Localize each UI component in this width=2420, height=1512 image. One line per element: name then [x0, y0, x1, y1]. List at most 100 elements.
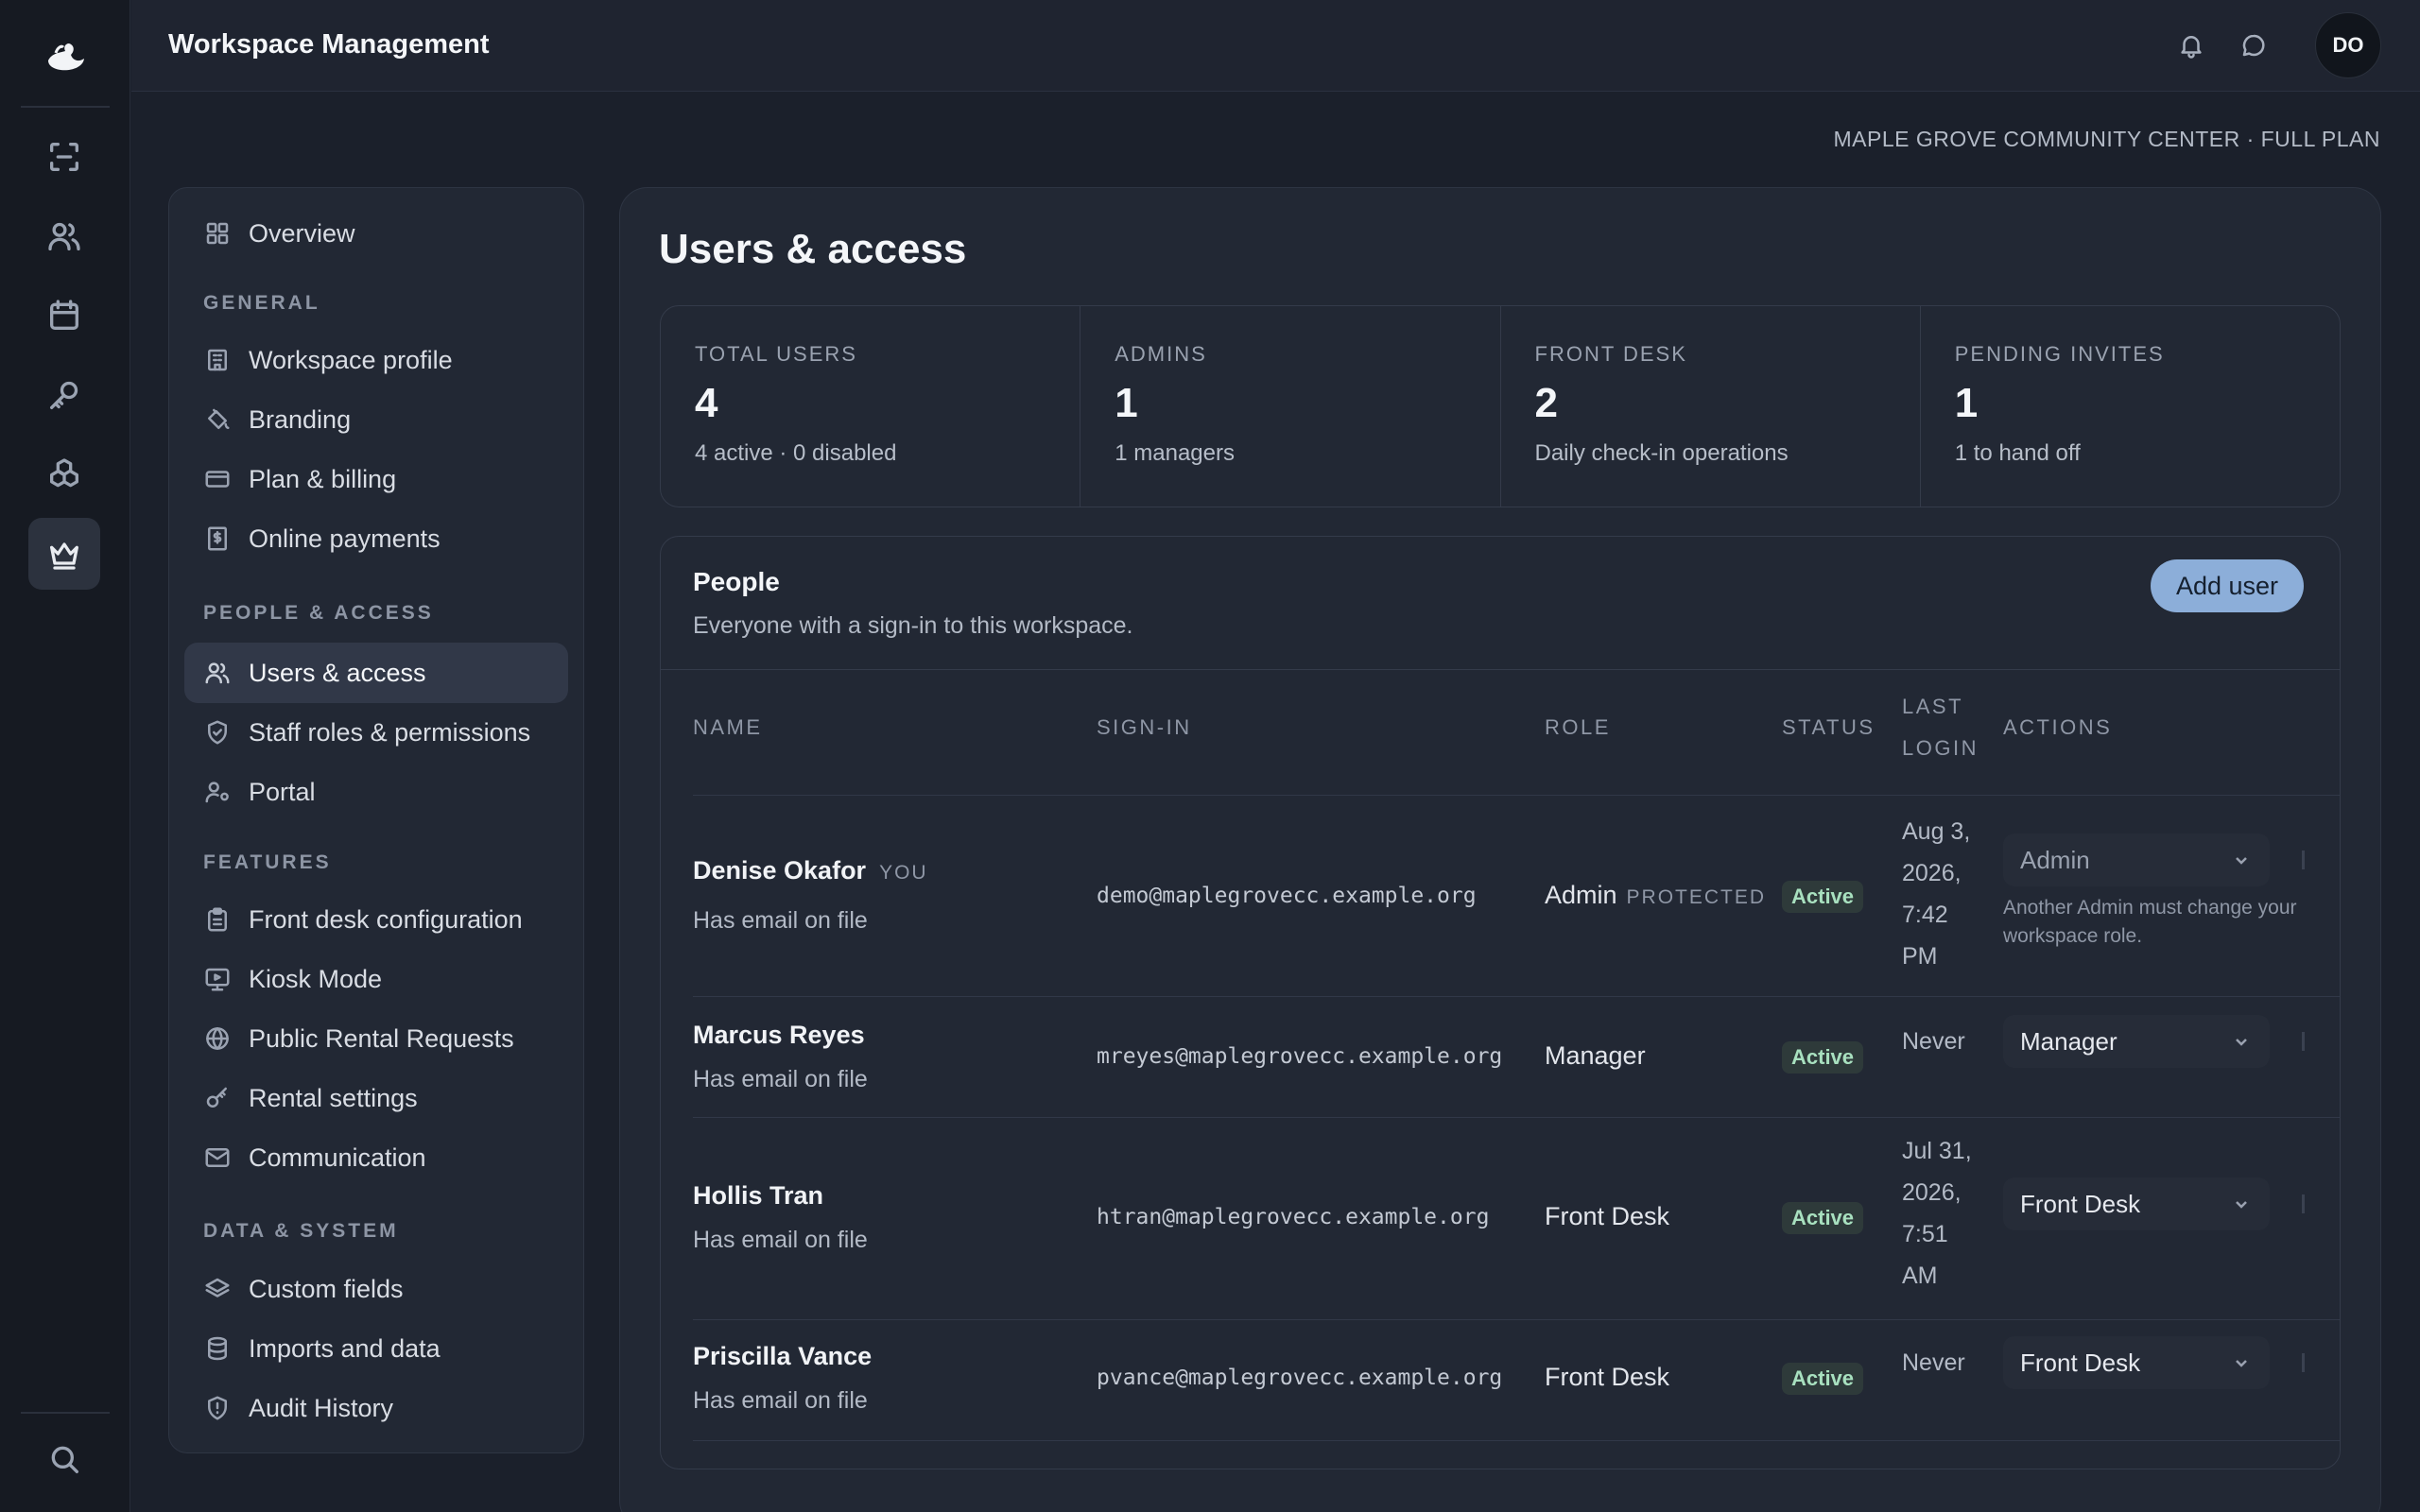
rail-boxes-button[interactable] — [28, 438, 100, 510]
rail-divider — [21, 1412, 110, 1414]
last-login: Aug 3, 2026, 7:42 PM — [1902, 811, 1970, 977]
nav-item-imports-data[interactable]: Imports and data — [184, 1318, 568, 1379]
add-user-button[interactable]: Add user — [2151, 559, 2304, 612]
column-header-actions: ACTIONS — [2003, 715, 2113, 739]
column-header-name: NAME — [693, 715, 763, 739]
stats-bar: TOTAL USERS 4 4 active · 0 disabled ADMI… — [660, 305, 2341, 507]
rail-calendar-button[interactable] — [28, 280, 100, 352]
user-email: demo@maplegrovecc.example.org — [1097, 884, 1477, 908]
column-header-line: LAST — [1902, 695, 1964, 718]
user-email: htran@maplegrovecc.example.org — [1097, 1205, 1490, 1229]
last-login: Jul 31, 2026, 7:51 AM — [1902, 1130, 1972, 1297]
nav-item-custom-fields[interactable]: Custom fields — [184, 1259, 568, 1319]
app-title: Workspace Management — [168, 29, 490, 60]
nav-item-label: Communication — [249, 1143, 426, 1172]
stat-value: 4 — [695, 380, 718, 426]
status-badge: Active — [1782, 1041, 1864, 1074]
crown-icon — [50, 542, 79, 570]
role-select[interactable]: Manager — [2003, 1015, 2270, 1068]
nav-item-label: Public Rental Requests — [249, 1023, 514, 1053]
nav-item-rental-settings[interactable]: Rental settings — [184, 1068, 568, 1128]
user-email: mreyes@maplegrovecc.example.org — [1097, 1044, 1503, 1069]
divider — [661, 669, 2340, 670]
user-email: pvance@maplegrovecc.example.org — [1097, 1366, 1503, 1390]
nav-heading-features: FEATURES — [203, 851, 332, 873]
nav-item-label: Users & access — [249, 658, 426, 687]
rail-key-button[interactable] — [28, 359, 100, 431]
row-divider — [693, 1319, 2340, 1320]
user-name: Priscilla Vance — [693, 1342, 873, 1370]
nav-item-front-desk-config[interactable]: Front desk configuration — [184, 889, 568, 950]
status-cell: Active — [1782, 881, 1864, 913]
nav-item-label: Branding — [249, 404, 352, 434]
you-tag: YOU — [879, 862, 928, 884]
logo-icon[interactable] — [37, 32, 94, 89]
login-line: PM — [1902, 943, 1938, 970]
nav-item-kiosk-mode[interactable]: Kiosk Mode — [184, 949, 568, 1009]
nav-item-public-rental-requests[interactable]: Public Rental Requests — [184, 1008, 568, 1069]
status-cell: Active — [1782, 1041, 1864, 1074]
stat-label: PENDING INVITES — [1954, 342, 2165, 366]
role-select[interactable]: Front Desk — [2003, 1177, 2270, 1230]
nav-item-portal[interactable]: Portal — [184, 762, 568, 822]
shield-alert-icon — [208, 1396, 227, 1420]
row-action-edge — [2302, 850, 2305, 869]
globe-icon — [206, 1027, 229, 1050]
nav-heading-people-access: PEOPLE & ACCESS — [203, 602, 434, 624]
login-line: 2026, — [1902, 1179, 1962, 1206]
nav-item-label: Rental settings — [249, 1083, 418, 1112]
mail-icon — [205, 1148, 230, 1167]
layers-icon — [205, 1278, 230, 1297]
note-line: Another Admin must change your — [2003, 897, 2297, 919]
role-change-note: Another Admin must change your workspace… — [2003, 894, 2306, 951]
nav-item-overview[interactable]: Overview — [184, 203, 568, 264]
rail-search-button[interactable] — [28, 1423, 100, 1495]
last-login: Never — [1902, 1028, 1965, 1055]
login-line: AM — [1902, 1263, 1938, 1289]
user-sub: Has email on file — [693, 1227, 868, 1253]
stat-label: TOTAL USERS — [695, 342, 857, 366]
receipt-icon — [208, 526, 227, 551]
column-header-signin: SIGN-IN — [1097, 715, 1192, 739]
user-name: Hollis Tran — [693, 1181, 824, 1210]
login-line: Aug 3, — [1902, 818, 1971, 845]
nav-item-workspace-profile[interactable]: Workspace profile — [184, 330, 568, 390]
stat-label: FRONT DESK — [1534, 342, 1687, 366]
nav-item-label: Staff roles & permissions — [249, 717, 531, 747]
column-header-line: LOGIN — [1902, 736, 1979, 760]
credit-card-icon — [205, 471, 230, 488]
nav-item-audit-history[interactable]: Audit History — [184, 1378, 568, 1438]
notifications-button[interactable] — [2171, 26, 2211, 65]
stat-sub: 1 to hand off — [1954, 440, 2081, 466]
nav-item-communication[interactable]: Communication — [184, 1127, 568, 1188]
users-icon — [48, 222, 80, 250]
chevron-down-icon — [2236, 1360, 2247, 1367]
messages-button[interactable] — [2234, 26, 2273, 65]
nav-item-users-access[interactable]: Users & access — [184, 643, 568, 703]
column-header-role: ROLE — [1545, 715, 1611, 739]
status-badge: Active — [1782, 1202, 1864, 1234]
role-label: Admin — [1545, 881, 1617, 909]
row-action-edge — [2302, 1194, 2305, 1213]
nav-item-plan-billing[interactable]: Plan & billing — [184, 449, 568, 509]
nav-item-staff-roles[interactable]: Staff roles & permissions — [184, 702, 568, 763]
stat-front-desk: FRONT DESK 2 Daily check-in operations — [1501, 306, 1921, 507]
monitor-icon — [205, 968, 230, 991]
stat-sub: 1 managers — [1115, 440, 1235, 466]
stat-sub: Daily check-in operations — [1534, 440, 1789, 466]
avatar[interactable]: DO — [2315, 12, 2381, 78]
rail-scan-button[interactable] — [28, 121, 100, 193]
nav-heading-general: GENERAL — [203, 292, 320, 314]
role-select[interactable]: Front Desk — [2003, 1336, 2270, 1389]
user-role: Front Desk — [1545, 1363, 1670, 1391]
nav-item-branding[interactable]: Branding — [184, 389, 568, 450]
nav-item-label: Plan & billing — [249, 464, 397, 493]
rail-users-button[interactable] — [28, 200, 100, 272]
role-select[interactable]: Admin — [2003, 833, 2270, 886]
status-badge: Active — [1782, 881, 1864, 913]
stat-value: 1 — [1954, 380, 1979, 426]
workspace-plan-label: MAPLE GROVE COMMUNITY CENTER · FULL PLAN — [1833, 127, 2380, 151]
rail-crown-button[interactable] — [28, 518, 100, 590]
nav-item-online-payments[interactable]: Online payments — [184, 508, 568, 569]
login-line: 7:51 — [1902, 1221, 1948, 1247]
